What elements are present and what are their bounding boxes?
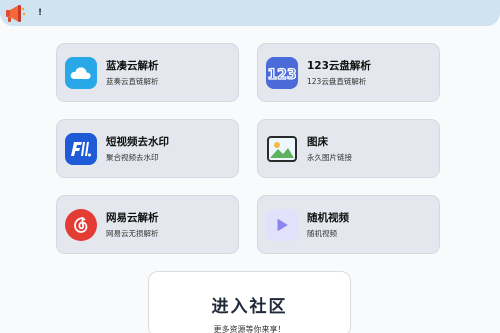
card-watermark-remove[interactable]: 短视频去水印 聚合视频去水印 [56, 119, 239, 178]
card-title: 蓝凑云解析 [106, 59, 159, 72]
svg-text:123: 123 [268, 67, 296, 83]
video-edit-icon [65, 132, 97, 165]
enter-community-button[interactable]: 进入社区 更多资源等你来享！ [148, 271, 351, 333]
123-icon: 123 [266, 56, 298, 89]
community-subtitle: 更多资源等你来享！ [213, 325, 286, 333]
card-subtitle: 蓝奏云直链解析 [106, 76, 159, 86]
card-subtitle: 聚合视频去水印 [106, 152, 159, 162]
image-icon [266, 133, 298, 165]
card-subtitle: 永久图片链接 [307, 152, 352, 162]
card-netease-parse[interactable]: 网易云解析 网易云无损解析 [56, 195, 239, 254]
card-subtitle: 网易云无损解析 [106, 228, 159, 238]
card-title: 网易云解析 [106, 211, 159, 224]
card-title: 图床 [307, 135, 328, 148]
card-title: 随机视频 [307, 211, 349, 224]
card-subtitle: 123云盘直链解析 [307, 76, 367, 86]
play-icon [266, 208, 298, 241]
cloud-icon [65, 56, 97, 89]
netease-music-icon [65, 208, 97, 241]
card-title: 短视频去水印 [106, 135, 169, 148]
card-123pan-parse[interactable]: 123 123云盘解析 123云盘直链解析 [257, 43, 440, 102]
megaphone-icon [4, 2, 26, 24]
card-title: 123云盘解析 [307, 59, 371, 72]
notice-text: ! [38, 8, 44, 18]
card-subtitle: 随机视频 [307, 228, 337, 238]
card-lanzou-parse[interactable]: 蓝凑云解析 蓝奏云直链解析 [56, 43, 239, 102]
notice-bar: ! [0, 0, 500, 26]
card-random-video[interactable]: 随机视频 随机视频 [257, 195, 440, 254]
community-title: 进入社区 [211, 297, 288, 317]
card-image-hosting[interactable]: 图床 永久图片链接 [257, 119, 440, 178]
